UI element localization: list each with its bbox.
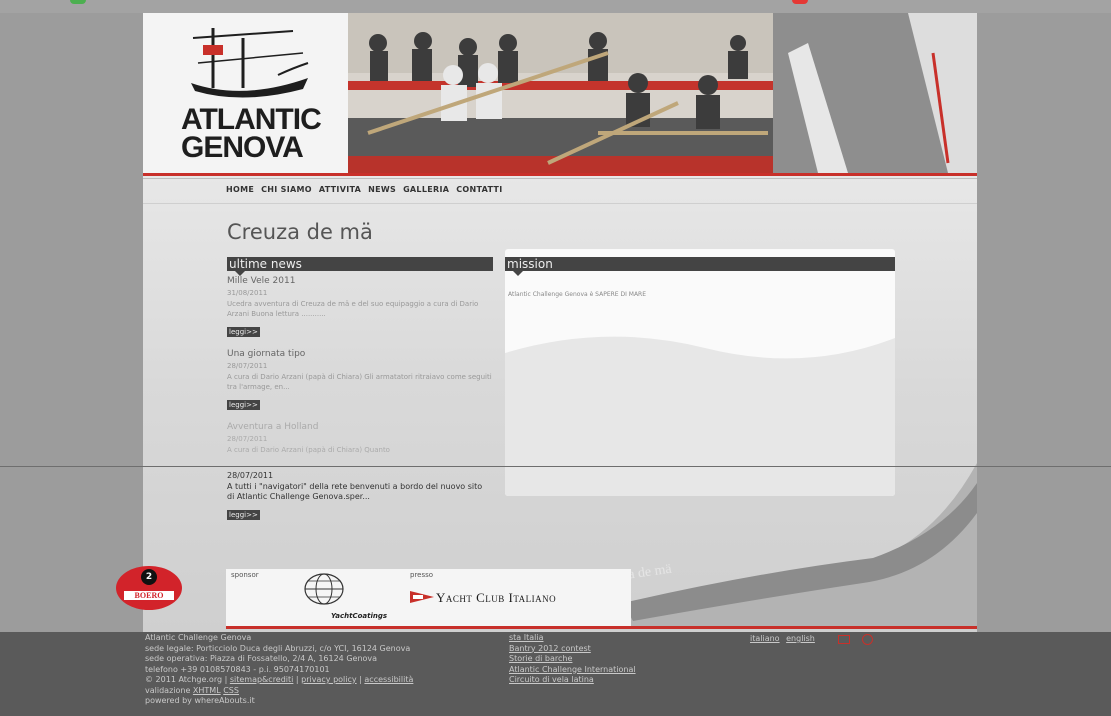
footer-contact: Atlantic Challenge Genova sede legale: P… — [145, 633, 413, 707]
print-icon[interactable] — [862, 634, 873, 645]
news-excerpt: A cura di Dario Arzani (papà di Chiara) … — [227, 373, 492, 391]
yacht-coatings-text: YachtCoatings — [331, 612, 388, 620]
header-banner-photo — [348, 13, 977, 173]
footer-phone: telefono +39 0108570843 - p.i. 950741701… — [145, 664, 330, 674]
mission-text: Atlantic Challenge Genova è SAPERE DI MA… — [508, 291, 647, 298]
xhtml-link[interactable]: XHTML — [193, 686, 221, 695]
boero-badge-icon: 2 — [141, 569, 157, 585]
header-gray-rule — [143, 178, 977, 179]
footer-links: sta Italia Bantry 2012 contest Storie di… — [509, 633, 636, 686]
nav-home[interactable]: HOME — [226, 185, 254, 194]
mail-icon[interactable] — [838, 635, 850, 644]
main-nav: HOME CHI SIAMO ATTIVITA NEWS GALLERIA CO… — [226, 185, 502, 194]
page-title: Creuza de mä — [227, 220, 373, 244]
boero-text: BOERO — [124, 591, 174, 600]
header-red-rule — [143, 173, 977, 176]
footer-link-sta-italia[interactable]: sta Italia — [509, 633, 636, 644]
news-title[interactable]: Mille Vele 2011 — [227, 276, 493, 286]
validation-label: validazione — [145, 685, 191, 695]
mission-heading: mission — [505, 257, 895, 276]
logo-text-genova: GENOVA — [181, 131, 304, 164]
news-item: Mille Vele 2011 31/08/2011 Ucedra avvent… — [227, 276, 493, 338]
news-item: Avventura a Holland 28/07/2011 A cura di… — [227, 422, 493, 455]
sitemap-link[interactable]: sitemap&crediti — [230, 675, 294, 684]
page-container: ATLANTIC GENOVA HOME CHI SIAMO ATTIVITA … — [143, 13, 977, 632]
news-title[interactable]: Avventura a Holland — [227, 422, 493, 432]
news-date: 31/08/2011 — [227, 289, 268, 297]
boat-hull-image — [613, 463, 977, 629]
nav-divider — [143, 203, 977, 204]
top-strip-mark — [792, 0, 808, 4]
footer-link-international[interactable]: Atlantic Challenge International — [509, 665, 636, 676]
footer-red-rule — [226, 626, 977, 629]
news-item-highlight: 28/07/2011 A tutti i "navigatori" della … — [227, 468, 491, 521]
presso-label: presso — [410, 571, 434, 579]
news-excerpt: Ucedra avventura di Creuza de mä e del s… — [227, 300, 479, 318]
read-more-button[interactable]: leggi>> — [227, 510, 260, 520]
browser-top-strip — [0, 0, 1111, 13]
top-strip-mark — [70, 0, 86, 4]
footer-address-operational: sede operativa: Piazza di Fossatello, 2/… — [145, 654, 378, 663]
news-item: Una giornata tipo 28/07/2011 A cura di D… — [227, 349, 493, 411]
site-logo[interactable]: ATLANTIC GENOVA — [143, 13, 348, 173]
lang-english[interactable]: english — [786, 634, 815, 643]
read-more-button[interactable]: leggi>> — [227, 400, 260, 410]
nav-news[interactable]: NEWS — [368, 185, 396, 194]
news-list: Mille Vele 2011 31/08/2011 Ucedra avvent… — [227, 276, 493, 466]
footer-validation-row: validazione XHTML CSS — [145, 686, 413, 697]
footer-address-legal: sede legale: Porticciolo Duca degli Abru… — [145, 643, 411, 653]
ship-logo-icon — [191, 28, 309, 98]
news-date: 28/07/2011 — [227, 435, 268, 443]
nav-chi-siamo[interactable]: CHI SIAMO — [261, 185, 312, 194]
read-more-button[interactable]: leggi>> — [227, 327, 260, 337]
news-date: 28/07/2011 — [227, 362, 268, 370]
css-link[interactable]: CSS — [223, 686, 239, 695]
nav-galleria[interactable]: GALLERIA — [403, 185, 449, 194]
language-switcher: italiano english — [750, 634, 819, 643]
nav-contatti[interactable]: CONTATTI — [456, 185, 502, 194]
footer-copyright-row: © 2011 Atchge.org | sitemap&crediti | pr… — [145, 675, 414, 684]
news-date: 28/07/2011 — [227, 471, 274, 480]
footer-org-name: Atlantic Challenge Genova — [145, 633, 252, 642]
footer-link-bantry[interactable]: Bantry 2012 contest — [509, 644, 636, 655]
yci-flag-icon — [410, 591, 434, 603]
footer-link-storie[interactable]: Storie di barche — [509, 654, 636, 665]
powered-by[interactable]: powered by whereAbouts.it — [145, 696, 413, 707]
news-heading: ultime news — [227, 257, 493, 276]
news-excerpt: A tutti i "navigatori" della rete benven… — [227, 482, 483, 501]
globe-icon — [304, 573, 344, 605]
sponsor-label: sponsor — [231, 571, 259, 579]
yci-text[interactable]: Yacht Club Italiano — [436, 590, 556, 606]
footer-link-vela-latina[interactable]: Circuito di vela latina — [509, 675, 636, 686]
footer-copyright: © 2011 Atchge.org — [145, 675, 223, 684]
lang-italiano[interactable]: italiano — [750, 634, 780, 643]
news-title[interactable]: Una giornata tipo — [227, 349, 493, 359]
overlay-divider-line — [0, 466, 1111, 467]
accessibility-link[interactable]: accessibilità — [364, 675, 413, 684]
nav-attivita[interactable]: ATTIVITA — [319, 185, 361, 194]
privacy-link[interactable]: privacy policy — [301, 675, 356, 684]
news-excerpt: A cura di Dario Arzani (papà di Chiara) … — [227, 446, 390, 454]
